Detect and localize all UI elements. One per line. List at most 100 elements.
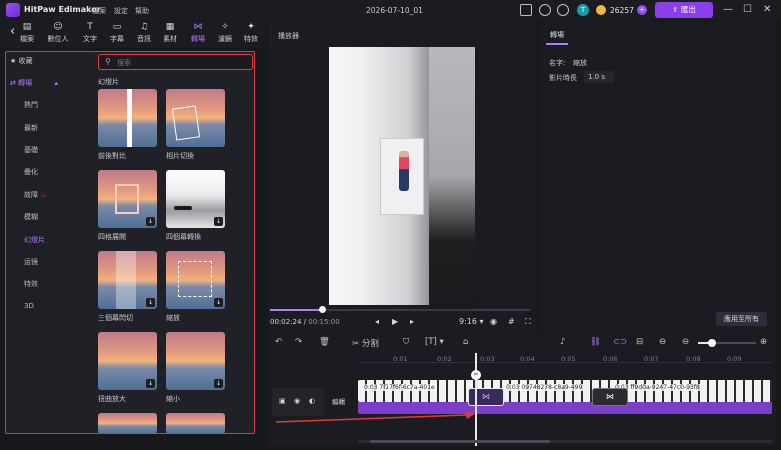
- zoom-frame: [178, 261, 212, 297]
- video-inset: [380, 138, 424, 215]
- transition-thumb-partial[interactable]: [98, 413, 157, 434]
- search-icon: ⚲: [105, 57, 111, 66]
- next-frame-icon[interactable]: ▸: [410, 317, 414, 326]
- snapshot-icon[interactable]: ◉: [490, 317, 497, 326]
- search-box[interactable]: ⚲: [98, 54, 253, 70]
- tool-audio[interactable]: ♫ 音訊: [131, 21, 157, 44]
- sidebar-item-camera-move[interactable]: 运镜: [24, 257, 38, 267]
- caption-icon[interactable]: ⊟: [636, 337, 643, 347]
- ruler-tick: 0:03: [480, 355, 495, 363]
- close-icon[interactable]: ✕: [763, 4, 771, 15]
- transition-label: 扭曲放大: [98, 395, 126, 403]
- seek-handle[interactable]: [319, 306, 326, 313]
- export-button[interactable]: ⇪ 匯出: [655, 2, 713, 18]
- tool-media[interactable]: ▦ 素材: [157, 21, 183, 44]
- tool-label: 文字: [83, 35, 97, 43]
- transition-marker-selected[interactable]: ⋈: [468, 388, 504, 406]
- delete-icon[interactable]: 🗑: [319, 337, 330, 347]
- tool-subtitle[interactable]: ▭ 字幕: [104, 21, 130, 44]
- zoom-in-icon[interactable]: ⊕: [760, 337, 767, 347]
- sidebar-item-effect[interactable]: 特效: [24, 279, 38, 289]
- shield-icon[interactable]: ⛉: [403, 337, 409, 347]
- tool-transition[interactable]: ⋈ 轉場: [185, 21, 211, 44]
- download-icon[interactable]: ↓: [146, 217, 155, 226]
- playhead[interactable]: [475, 353, 477, 446]
- layout-icon[interactable]: [520, 4, 532, 16]
- maximize-icon[interactable]: ☐: [743, 4, 752, 15]
- sidebar-item-slideshow[interactable]: 幻燈片: [24, 235, 45, 245]
- ruler-tick: 0:06: [603, 355, 618, 363]
- eye-icon[interactable]: ◉: [294, 397, 300, 405]
- ruler-tick: 0:07: [644, 355, 659, 363]
- avatar[interactable]: T: [577, 4, 589, 16]
- cover-icon[interactable]: ⌂: [463, 337, 468, 347]
- sidebar-item-basic[interactable]: 基礎: [24, 145, 38, 155]
- sidebar-item-glitch[interactable]: 故障 ♨: [24, 190, 47, 200]
- download-icon[interactable]: [557, 4, 569, 16]
- section-title: 幻燈片: [98, 78, 119, 86]
- search-input[interactable]: [117, 57, 247, 68]
- tool-effect[interactable]: ✦ 特效: [238, 21, 264, 44]
- tool-filter[interactable]: ✧ 濾鏡: [212, 21, 238, 44]
- track-edit-label[interactable]: 編輯: [332, 396, 345, 406]
- link-icon[interactable]: ⛓: [590, 337, 601, 347]
- add-credits-button[interactable]: +: [637, 5, 647, 15]
- tool-avatar[interactable]: ☺ 數位人: [45, 21, 71, 44]
- menu-file[interactable]: 檔案: [92, 6, 106, 16]
- transition-thumb-four-grid[interactable]: ↓: [98, 170, 157, 228]
- fullscreen-icon[interactable]: ⛶: [525, 317, 531, 327]
- zoom-handle[interactable]: [708, 339, 716, 347]
- sidebar-item-hot[interactable]: 熱門: [24, 100, 38, 110]
- app-name: HitPaw Edimakor: [24, 5, 101, 14]
- text-tool-icon[interactable]: [T] ▾: [425, 337, 444, 347]
- tool-file[interactable]: ▤ 檔案: [14, 21, 40, 44]
- transition-thumb-partial[interactable]: [166, 413, 225, 434]
- transition-thumb-before-after[interactable]: [98, 89, 157, 147]
- track-thumbnail-icon[interactable]: ▣: [279, 397, 286, 405]
- split-button[interactable]: ✂ 分割: [352, 337, 379, 349]
- sidebar-item-new[interactable]: 最新: [24, 123, 38, 133]
- download-icon[interactable]: ↓: [214, 379, 223, 388]
- tool-label: 檔案: [20, 35, 34, 43]
- sidebar-item-3d[interactable]: 3D: [24, 302, 34, 310]
- mic-icon[interactable]: ♪: [560, 337, 565, 347]
- menu-help[interactable]: 幫助: [135, 6, 149, 16]
- grid-icon[interactable]: #: [508, 317, 515, 326]
- download-icon[interactable]: ↓: [146, 298, 155, 307]
- fit-icon[interactable]: ⊖: [659, 337, 666, 347]
- undo-icon[interactable]: ↶: [275, 337, 282, 347]
- download-icon[interactable]: ↓: [214, 217, 223, 226]
- apply-all-button[interactable]: 應用至所有: [716, 312, 767, 326]
- prev-frame-icon[interactable]: ◂: [375, 317, 379, 326]
- menu-settings[interactable]: 設定: [114, 6, 128, 16]
- transition-marker[interactable]: ⋈: [592, 388, 628, 406]
- tool-label: 轉場: [191, 35, 205, 43]
- sidebar-item-dissolve[interactable]: 疊化: [24, 167, 38, 177]
- sidebar-favorites[interactable]: ★ 收藏: [10, 56, 33, 66]
- transition-thumb-three-flash[interactable]: ↓: [98, 251, 157, 309]
- transition-thumb-shrink[interactable]: ↓: [166, 332, 225, 390]
- transition-thumb-four-screen[interactable]: ↓: [166, 170, 225, 228]
- magnet-icon[interactable]: ⊂⊃: [613, 337, 627, 347]
- transition-thumb-warp-zoom[interactable]: ↓: [98, 332, 157, 390]
- tool-text[interactable]: T 文字: [77, 21, 103, 44]
- sidebar-category-transition[interactable]: ⇄ 轉場 ▴: [10, 78, 58, 88]
- redo-icon[interactable]: ↷: [295, 337, 302, 347]
- sidebar-item-blur[interactable]: 模糊: [24, 212, 38, 222]
- duration-stepper[interactable]: 1.0 s: [584, 71, 614, 83]
- transition-thumb-zoom[interactable]: ↓: [166, 251, 225, 309]
- message-icon[interactable]: [539, 4, 551, 16]
- tab-transition[interactable]: 轉場: [550, 30, 564, 40]
- transition-thumb-photo-switch[interactable]: [166, 89, 225, 147]
- download-icon[interactable]: ↓: [214, 298, 223, 307]
- zoom-out-icon[interactable]: ⊖: [682, 337, 689, 347]
- playhead-handle[interactable]: ✂: [471, 370, 481, 380]
- volume-icon[interactable]: ◐: [309, 397, 315, 405]
- text-icon: T: [87, 22, 93, 32]
- scissors-icon: ✂: [352, 339, 360, 349]
- play-icon[interactable]: ▶: [392, 317, 398, 326]
- timeline-scroll-thumb[interactable]: [370, 440, 550, 443]
- download-icon[interactable]: ↓: [146, 379, 155, 388]
- aspect-ratio-select[interactable]: 9:16 ▾: [459, 317, 484, 326]
- minimize-icon[interactable]: —: [723, 4, 733, 15]
